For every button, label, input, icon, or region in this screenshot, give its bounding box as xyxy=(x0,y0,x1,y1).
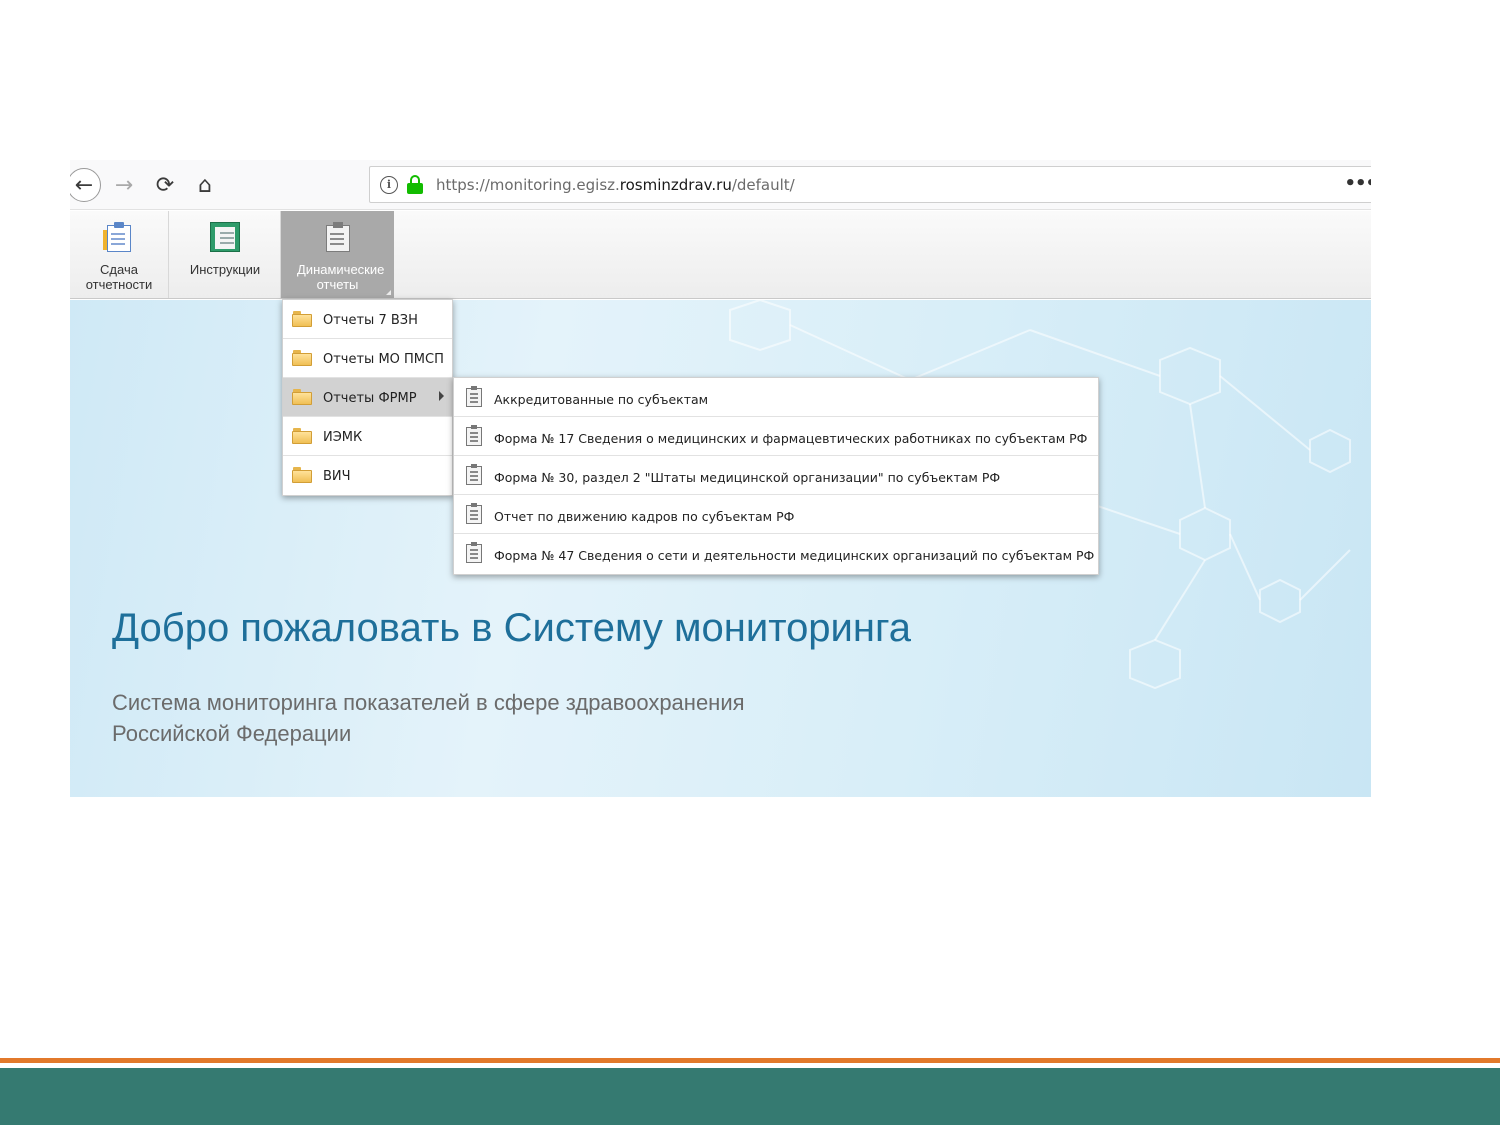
menu-item-reports-frmr[interactable]: Отчеты ФРМР xyxy=(283,378,452,417)
book-icon xyxy=(210,222,240,252)
footer-band xyxy=(0,1068,1500,1125)
back-button[interactable]: ← xyxy=(70,168,101,202)
menu-item-label: Отчеты 7 ВЗН xyxy=(323,313,418,328)
instructions-button[interactable]: Инструкции xyxy=(170,211,281,298)
folder-icon xyxy=(292,389,312,405)
forward-button[interactable]: → xyxy=(107,168,141,202)
report-sheet-icon xyxy=(466,425,482,446)
welcome-subtitle-line-1: Система мониторинга показателей в сфере … xyxy=(112,690,745,715)
menu-item-label: Отчеты ФРМР xyxy=(323,391,417,406)
more-actions-icon[interactable]: ••• xyxy=(1344,173,1371,194)
report-sheet-icon xyxy=(466,503,482,524)
dynamic-reports-menu: Отчеты 7 ВЗН Отчеты МО ПМСП Отчеты ФРМР … xyxy=(282,299,453,496)
frmr-reports-submenu: Аккредитованные по субъектам Форма № 17 … xyxy=(453,377,1099,575)
app-toolbar: Сдача отчетности Инструкции Динамические… xyxy=(70,211,1371,299)
submenu-item-staff-movement[interactable]: Отчет по движению кадров по субъектам РФ xyxy=(454,495,1098,534)
submenu-item-form-30[interactable]: Форма № 30, раздел 2 "Штаты медицинской … xyxy=(454,456,1098,495)
menu-item-reports-7vzn[interactable]: Отчеты 7 ВЗН xyxy=(283,300,452,339)
browser-screenshot: ← → ⟳ ⌂ i https://monitoring.egisz.rosmi… xyxy=(70,160,1371,797)
folder-icon xyxy=(292,467,312,483)
browser-toolbar: ← → ⟳ ⌂ i https://monitoring.egisz.rosmi… xyxy=(70,160,1371,210)
submit-reports-button[interactable]: Сдача отчетности xyxy=(70,211,169,298)
menu-item-vich[interactable]: ВИЧ xyxy=(283,456,452,495)
url-host: rosminzdrav.ru xyxy=(619,176,732,194)
menu-item-label: Отчеты МО ПМСП xyxy=(323,352,444,367)
folder-icon xyxy=(292,428,312,444)
menu-item-label: ВИЧ xyxy=(323,469,351,484)
reload-icon: ⟳ xyxy=(155,172,175,198)
menu-item-iemk[interactable]: ИЭМК xyxy=(283,417,452,456)
submenu-item-accredited[interactable]: Аккредитованные по субъектам xyxy=(454,378,1098,417)
submenu-item-label: Отчет по движению кадров по субъектам РФ xyxy=(494,509,795,524)
menu-item-reports-mo-pmsp[interactable]: Отчеты МО ПМСП xyxy=(283,339,452,378)
menu-item-label: ИЭМК xyxy=(323,430,363,445)
submenu-arrow-icon xyxy=(439,391,444,401)
clipboard-icon xyxy=(103,222,131,252)
back-arrow-icon: ← xyxy=(74,172,94,198)
report-sheet-icon xyxy=(466,464,482,485)
home-button[interactable]: ⌂ xyxy=(188,168,222,202)
report-sheet-icon xyxy=(466,386,482,407)
document-icon xyxy=(325,222,350,252)
report-sheet-icon xyxy=(466,542,482,563)
welcome-title: Добро пожаловать в Систему мониторинга xyxy=(112,606,911,650)
address-bar[interactable]: i https://monitoring.egisz.rosminzdrav.r… xyxy=(369,166,1371,203)
reload-button[interactable]: ⟳ xyxy=(148,168,182,202)
submenu-item-label: Форма № 47 Сведения о сети и деятельност… xyxy=(494,548,1095,563)
url-text[interactable]: https://monitoring.egisz.rosminzdrav.ru/… xyxy=(436,176,795,194)
home-icon: ⌂ xyxy=(198,172,212,198)
folder-icon xyxy=(292,311,312,327)
submenu-item-form-47[interactable]: Форма № 47 Сведения о сети и деятельност… xyxy=(454,534,1098,573)
submenu-item-form-17[interactable]: Форма № 17 Сведения о медицинских и фарм… xyxy=(454,417,1098,456)
welcome-subtitle-line-2: Российской Федерации xyxy=(112,721,352,746)
url-scheme: https://monitoring.egisz. xyxy=(436,176,620,194)
info-icon[interactable]: i xyxy=(380,176,398,194)
folder-icon xyxy=(292,350,312,366)
dynamic-reports-button[interactable]: Динамические отчеты xyxy=(281,211,394,298)
lock-icon[interactable] xyxy=(407,175,423,195)
welcome-subtitle: Система мониторинга показателей в сфере … xyxy=(112,687,745,749)
url-path: /default/ xyxy=(731,176,795,194)
submenu-item-label: Аккредитованные по субъектам xyxy=(494,392,709,407)
instructions-label: Инструкции xyxy=(189,262,261,277)
submenu-item-label: Форма № 17 Сведения о медицинских и фарм… xyxy=(494,431,1088,446)
forward-arrow-icon: → xyxy=(114,172,134,198)
dynamic-reports-label: Динамические отчеты xyxy=(297,262,385,292)
submit-reports-label: Сдача отчетности xyxy=(85,262,153,292)
submenu-item-label: Форма № 30, раздел 2 "Штаты медицинской … xyxy=(494,470,1001,485)
footer-accent-line xyxy=(0,1058,1500,1063)
